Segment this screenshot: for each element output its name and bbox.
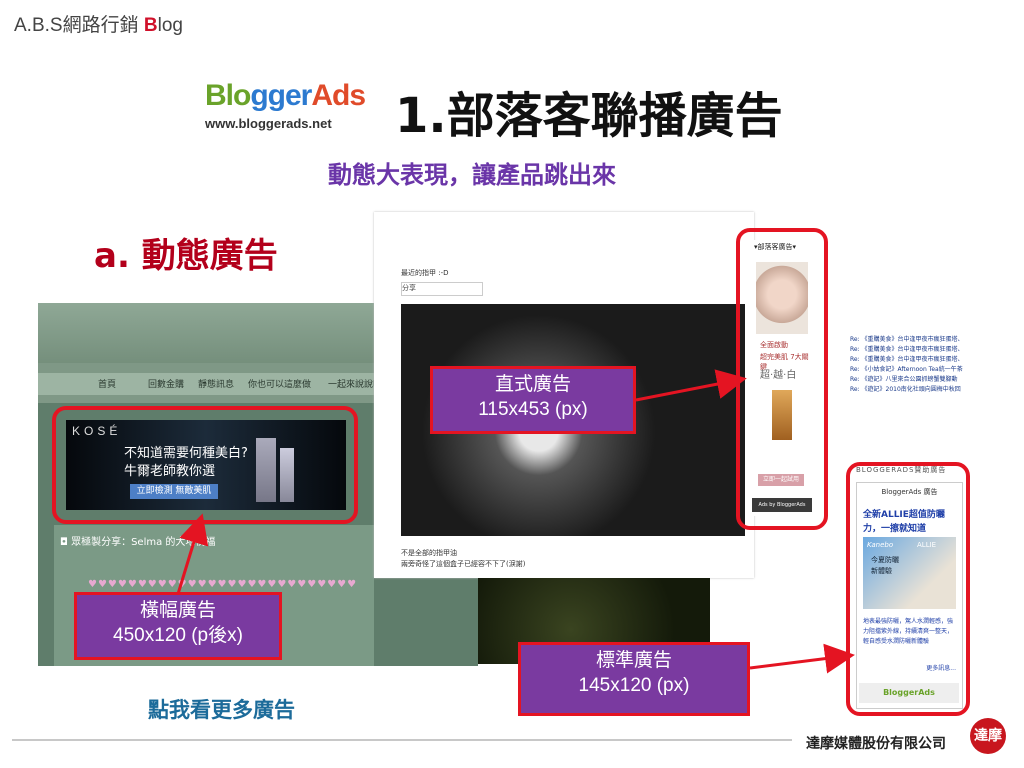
banner-ad-label: 橫幅廣告 450x120 (p後x) bbox=[74, 592, 282, 660]
arrow-to-banner-ad bbox=[176, 513, 209, 595]
vertical-ad-label-name: 直式廣告 bbox=[494, 374, 571, 395]
standard-ad-label-size: 145x120 (px) bbox=[578, 675, 690, 696]
company-name: 達摩媒體股份有限公司 bbox=[806, 736, 946, 752]
company-logo-icon: 達摩 bbox=[970, 718, 1006, 754]
vertical-ad-label-size: 115x453 (px) bbox=[478, 399, 588, 420]
standard-ad-label-name: 標準廣告 bbox=[595, 650, 672, 671]
vertical-ad-label: 直式廣告 115x453 (px) bbox=[430, 366, 636, 434]
banner-ad-label-size: 450x120 (p後x) bbox=[113, 625, 243, 646]
footer-divider bbox=[12, 739, 792, 741]
more-ads-link[interactable]: 點我看更多廣告 bbox=[148, 694, 295, 724]
arrow-to-vertical-ad bbox=[635, 369, 747, 402]
arrow-to-standard-ad bbox=[749, 643, 855, 674]
standard-ad-label: 標準廣告 145x120 (px) bbox=[518, 642, 750, 716]
banner-ad-label-name: 橫幅廣告 bbox=[139, 600, 216, 621]
